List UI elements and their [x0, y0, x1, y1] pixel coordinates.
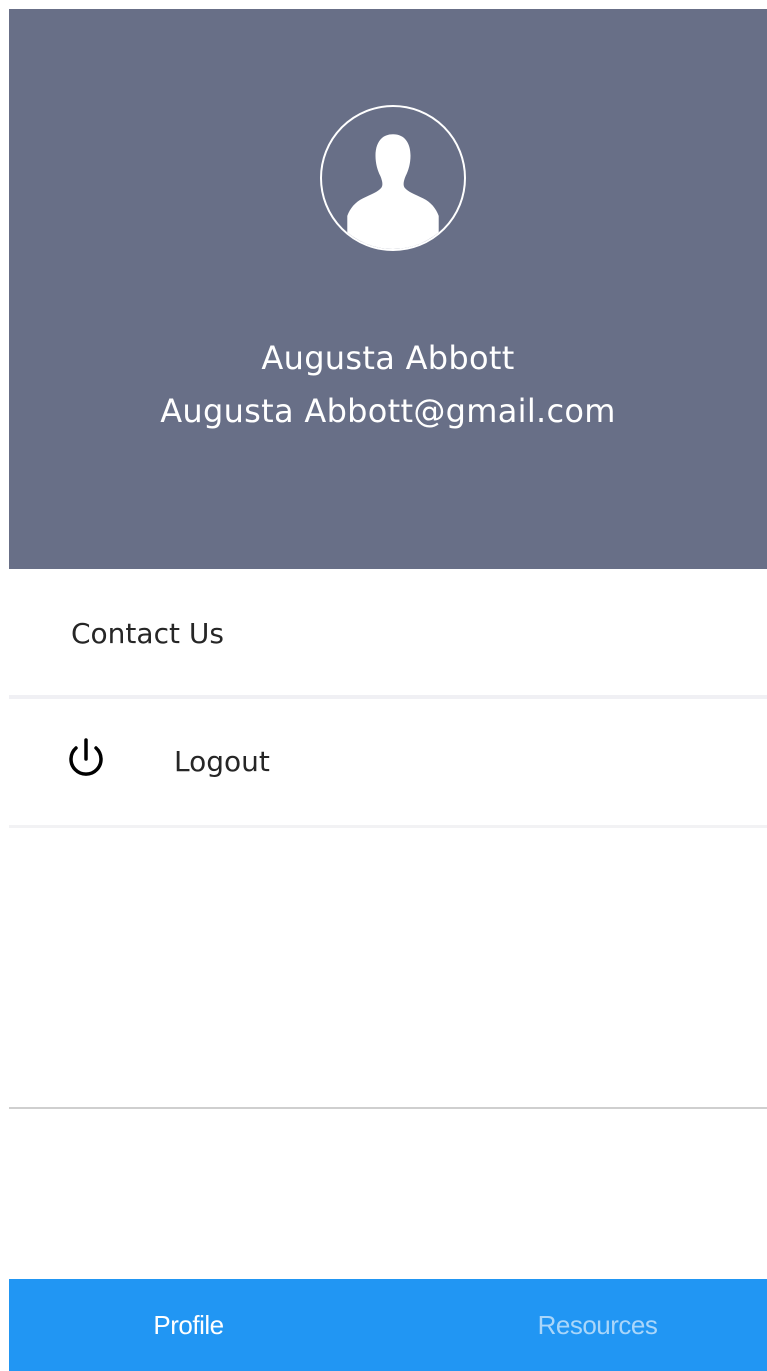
bottom-tab-bar: Profile Resources — [9, 1279, 767, 1371]
profile-header: Augusta Abbott Augusta Abbott@gmail.com — [9, 9, 767, 569]
logout-label: Logout — [174, 745, 270, 778]
contact-us-label: Contact Us — [71, 617, 224, 650]
divider — [9, 825, 767, 828]
menu-item-logout[interactable]: Logout — [9, 699, 767, 825]
tab-profile[interactable]: Profile — [9, 1279, 388, 1371]
user-silhouette-icon[interactable] — [320, 105, 466, 251]
user-name: Augusta Abbott — [261, 339, 515, 377]
power-icon — [61, 735, 111, 785]
tab-resources[interactable]: Resources — [388, 1279, 767, 1371]
divider — [9, 1107, 767, 1109]
menu-item-contact-us[interactable]: Contact Us — [9, 569, 767, 695]
user-email: Augusta Abbott@gmail.com — [160, 392, 616, 430]
